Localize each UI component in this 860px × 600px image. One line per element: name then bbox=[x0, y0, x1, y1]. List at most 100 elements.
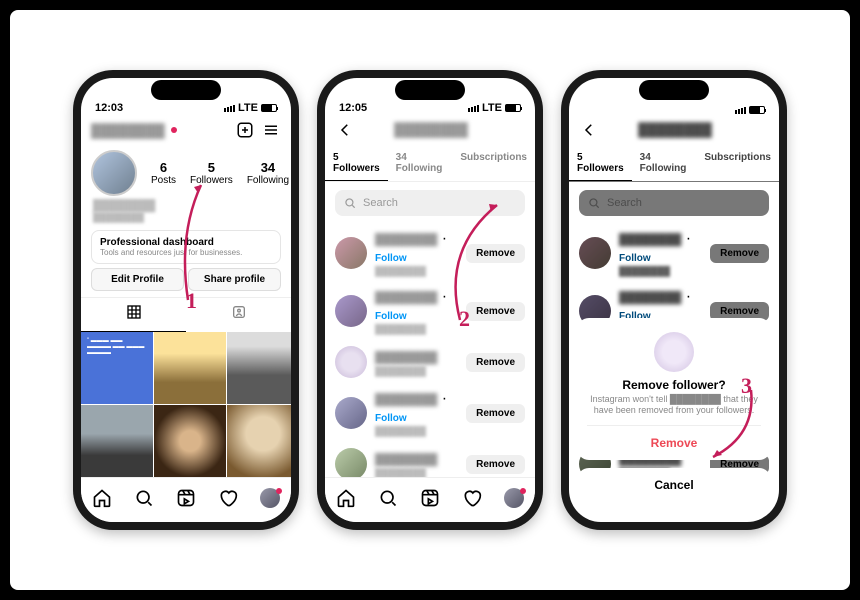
follower-avatar[interactable] bbox=[335, 346, 367, 378]
nav-profile-icon[interactable] bbox=[260, 488, 280, 508]
follower-avatar[interactable] bbox=[335, 397, 367, 429]
network-label: LTE bbox=[238, 102, 258, 114]
follow-tabs: 5 Followers 34 Following Subscriptions bbox=[325, 144, 535, 182]
professional-dashboard[interactable]: Professional dashboard Tools and resourc… bbox=[91, 230, 281, 264]
remove-follower-button[interactable]: Remove bbox=[466, 353, 525, 372]
follower-row: ████████ ████████ Remove bbox=[325, 442, 535, 477]
notification-badge bbox=[276, 488, 282, 494]
header-username: ████████ bbox=[638, 122, 712, 137]
remove-follower-button[interactable]: Remove bbox=[466, 302, 525, 321]
battery-icon bbox=[261, 104, 277, 112]
battery-icon bbox=[505, 104, 521, 112]
follower-row: ████████████████ Remove bbox=[325, 340, 535, 384]
grid-post[interactable]: " ▬▬▬ ▬▬ ▬▬▬▬ ▬▬ ▬▬▬ ▬▬▬▬ bbox=[81, 332, 153, 404]
follower-row: ████████ · Follow████████ Remove bbox=[325, 282, 535, 340]
username-dropdown[interactable]: ████████ bbox=[91, 123, 165, 138]
search-field[interactable]: Search bbox=[335, 190, 525, 216]
followers-stat[interactable]: 5 Followers bbox=[190, 160, 233, 186]
follower-row: ████████ · Follow████████ Remove bbox=[325, 384, 535, 442]
dynamic-island bbox=[395, 80, 465, 100]
remove-follower-button[interactable]: Remove bbox=[466, 244, 525, 263]
notification-dot bbox=[171, 127, 177, 133]
grid-post[interactable] bbox=[227, 405, 291, 477]
globe-icon bbox=[16, 570, 32, 586]
following-stat[interactable]: 34 Following bbox=[247, 160, 289, 186]
posts-count: 6 bbox=[151, 160, 176, 175]
dynamic-island bbox=[151, 80, 221, 100]
nav-reels-icon[interactable] bbox=[176, 488, 196, 508]
clock: 12:03 bbox=[95, 102, 123, 114]
phone-frame-2: 12:05 LTE ████████ 5 Followers 34 Follow… bbox=[317, 70, 543, 530]
profile-header: ████████ bbox=[81, 116, 291, 144]
step-number-3: 3 bbox=[741, 373, 752, 399]
following-label: Following bbox=[247, 175, 289, 186]
step-number-1: 1 bbox=[186, 288, 197, 314]
tagged-icon bbox=[231, 304, 247, 320]
photo-grid: " ▬▬▬ ▬▬ ▬▬▬▬ ▬▬ ▬▬▬ ▬▬▬▬ bbox=[81, 332, 291, 477]
nav-reels-icon[interactable] bbox=[420, 488, 440, 508]
follower-username: ████████ bbox=[375, 454, 437, 466]
followers-label: Followers bbox=[190, 175, 233, 186]
posts-label: Posts bbox=[151, 175, 176, 186]
cancel-button[interactable]: Cancel bbox=[577, 468, 771, 502]
tab-following[interactable]: 34 Following bbox=[388, 144, 453, 181]
profile-avatar[interactable] bbox=[91, 150, 137, 196]
hamburger-menu-icon[interactable] bbox=[261, 120, 281, 140]
signal-bars-icon bbox=[224, 105, 235, 112]
confirm-body: Instagram won't tell ████████ that they … bbox=[587, 394, 761, 417]
grid-tab[interactable] bbox=[81, 298, 186, 332]
tab-subscriptions[interactable]: Subscriptions bbox=[452, 144, 535, 181]
follower-row: ████████ · Follow████████ Remove bbox=[325, 224, 535, 282]
search-placeholder: Search bbox=[363, 197, 398, 209]
edit-profile-button[interactable]: Edit Profile bbox=[91, 268, 184, 291]
follower-displayname: ████████ bbox=[375, 468, 458, 477]
tagged-tab[interactable] bbox=[186, 298, 291, 332]
follow-link[interactable]: Follow bbox=[375, 253, 407, 264]
back-button bbox=[579, 120, 599, 140]
nav-activity-icon[interactable] bbox=[218, 488, 238, 508]
clock bbox=[583, 102, 586, 114]
grid-post[interactable] bbox=[81, 405, 153, 477]
nav-home-icon[interactable] bbox=[336, 488, 356, 508]
search-icon bbox=[343, 196, 357, 210]
confirm-remove-button[interactable]: Remove bbox=[587, 425, 761, 450]
grid-post[interactable] bbox=[154, 405, 226, 477]
followers-header: ████████ bbox=[325, 116, 535, 144]
follow-link[interactable]: Follow bbox=[375, 311, 407, 322]
new-post-icon[interactable] bbox=[235, 120, 255, 140]
tab-followers[interactable]: 5 Followers bbox=[325, 144, 388, 181]
grid-post[interactable] bbox=[227, 332, 291, 404]
nav-search-icon[interactable] bbox=[378, 488, 398, 508]
following-count: 34 bbox=[247, 160, 289, 175]
follow-link[interactable]: Follow bbox=[375, 413, 407, 424]
nav-profile-icon[interactable] bbox=[504, 488, 524, 508]
follower-displayname: ████████ bbox=[375, 366, 458, 376]
follower-avatar[interactable] bbox=[335, 295, 367, 327]
step-number-2: 2 bbox=[459, 306, 470, 332]
confirm-title: Remove follower? bbox=[587, 378, 761, 392]
clock: 12:05 bbox=[339, 102, 367, 114]
nav-home-icon[interactable] bbox=[92, 488, 112, 508]
nav-activity-icon[interactable] bbox=[462, 488, 482, 508]
tab-followers: 5 Followers bbox=[569, 144, 632, 181]
bio-text: ████████ bbox=[93, 212, 279, 222]
brand-footer: Followeran.com bbox=[16, 570, 145, 586]
profile-stats: 6 Posts 5 Followers 34 Following bbox=[81, 144, 291, 198]
battery-icon bbox=[749, 106, 765, 114]
follower-avatar[interactable] bbox=[335, 448, 367, 477]
remove-follower-button[interactable]: Remove bbox=[466, 455, 525, 474]
dashboard-title: Professional dashboard bbox=[100, 237, 272, 248]
phone-frame-3: ████████ 5 Followers 34 Following Subscr… bbox=[561, 70, 787, 530]
signal-bars-icon bbox=[735, 107, 746, 114]
posts-stat[interactable]: 6 Posts bbox=[151, 160, 176, 186]
bottom-nav bbox=[81, 477, 291, 522]
nav-search-icon[interactable] bbox=[134, 488, 154, 508]
remove-follower-button[interactable]: Remove bbox=[466, 404, 525, 423]
share-profile-button[interactable]: Share profile bbox=[188, 268, 281, 291]
back-button[interactable] bbox=[335, 120, 355, 140]
follower-username: ████████ bbox=[375, 394, 437, 406]
brand-text: Followeran.com bbox=[38, 570, 145, 586]
follower-avatar[interactable] bbox=[335, 237, 367, 269]
grid-post[interactable] bbox=[154, 332, 226, 404]
signal-bars-icon bbox=[468, 105, 479, 112]
